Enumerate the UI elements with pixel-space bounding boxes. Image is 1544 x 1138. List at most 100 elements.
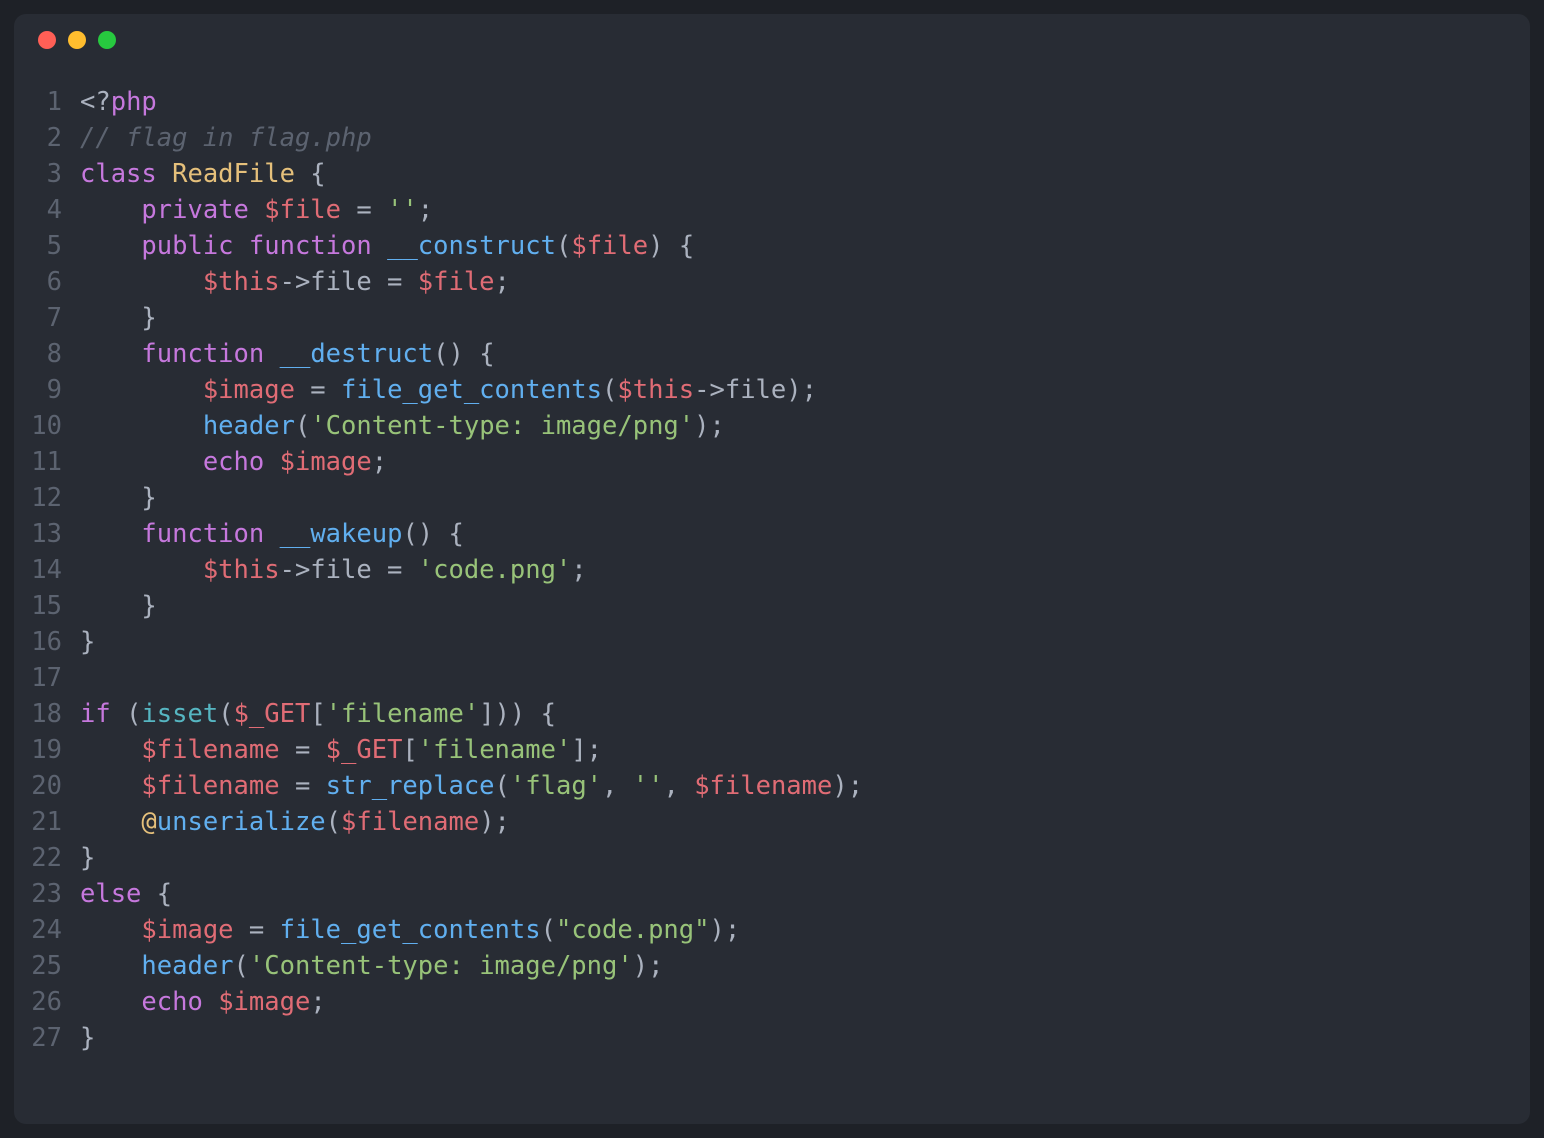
token: unserialize	[157, 807, 326, 837]
token	[264, 447, 279, 477]
code-line[interactable]: 27}	[14, 1020, 1530, 1056]
token: [	[402, 735, 417, 765]
token: ''	[387, 195, 418, 225]
code-line[interactable]: 18if (isset($_GET['filename'])) {	[14, 696, 1530, 732]
code-line[interactable]: 14 $this->file = 'code.png';	[14, 552, 1530, 588]
code-content[interactable]: }	[80, 840, 1530, 876]
token	[264, 339, 279, 369]
token	[80, 735, 141, 765]
token: "code.png"	[556, 915, 710, 945]
code-line[interactable]: 9 $image = file_get_contents($this->file…	[14, 372, 1530, 408]
line-number: 16	[14, 624, 80, 660]
editor-window: 1<?php2// flag in flag.php3class ReadFil…	[14, 14, 1530, 1124]
code-line[interactable]: 6 $this->file = $file;	[14, 264, 1530, 300]
code-line[interactable]: 5 public function __construct($file) {	[14, 228, 1530, 264]
token: else	[80, 879, 141, 909]
code-line[interactable]: 16}	[14, 624, 1530, 660]
token: ->file =	[280, 555, 418, 585]
code-line[interactable]: 2// flag in flag.php	[14, 120, 1530, 156]
code-content[interactable]: }	[80, 588, 1530, 624]
code-content[interactable]: $this->file = 'code.png';	[80, 552, 1530, 588]
token: 'flag'	[510, 771, 602, 801]
token: ])) {	[479, 699, 556, 729]
code-content[interactable]: else {	[80, 876, 1530, 912]
code-line[interactable]: 7 }	[14, 300, 1530, 336]
code-line[interactable]: 24 $image = file_get_contents("code.png"…	[14, 912, 1530, 948]
code-line[interactable]: 8 function __destruct() {	[14, 336, 1530, 372]
code-line[interactable]: 23else {	[14, 876, 1530, 912]
code-content[interactable]: $image = file_get_contents($this->file);	[80, 372, 1530, 408]
token: isset	[141, 699, 218, 729]
code-line[interactable]: 20 $filename = str_replace('flag', '', $…	[14, 768, 1530, 804]
line-number: 22	[14, 840, 80, 876]
line-number: 13	[14, 516, 80, 552]
token	[80, 771, 141, 801]
code-line[interactable]: 26 echo $image;	[14, 984, 1530, 1020]
token: );	[832, 771, 863, 801]
code-line[interactable]: 17	[14, 660, 1530, 696]
code-line[interactable]: 13 function __wakeup() {	[14, 516, 1530, 552]
token: ReadFile	[172, 159, 295, 189]
code-content[interactable]: $this->file = $file;	[80, 264, 1530, 300]
code-content[interactable]: echo $image;	[80, 444, 1530, 480]
code-line[interactable]: 12 }	[14, 480, 1530, 516]
line-number: 15	[14, 588, 80, 624]
token: __wakeup	[280, 519, 403, 549]
line-number: 4	[14, 192, 80, 228]
token: 'filename'	[418, 735, 572, 765]
token	[80, 987, 141, 1017]
code-content[interactable]: header('Content-type: image/png');	[80, 408, 1530, 444]
token: =	[234, 915, 280, 945]
close-icon[interactable]	[38, 31, 56, 49]
code-content[interactable]: $image = file_get_contents("code.png");	[80, 912, 1530, 948]
code-content[interactable]: function __wakeup() {	[80, 516, 1530, 552]
token: $image	[218, 987, 310, 1017]
token	[249, 195, 264, 225]
token	[157, 159, 172, 189]
code-content[interactable]: @unserialize($filename);	[80, 804, 1530, 840]
code-line[interactable]: 19 $filename = $_GET['filename'];	[14, 732, 1530, 768]
code-content[interactable]: }	[80, 300, 1530, 336]
token: () {	[402, 519, 463, 549]
token	[80, 807, 141, 837]
code-content[interactable]: public function __construct($file) {	[80, 228, 1530, 264]
code-content[interactable]: }	[80, 1020, 1530, 1056]
code-editor[interactable]: 1<?php2// flag in flag.php3class ReadFil…	[14, 66, 1530, 1124]
code-line[interactable]: 10 header('Content-type: image/png');	[14, 408, 1530, 444]
code-content[interactable]: // flag in flag.php	[80, 120, 1530, 156]
code-line[interactable]: 4 private $file = '';	[14, 192, 1530, 228]
code-content[interactable]: <?php	[80, 84, 1530, 120]
code-content[interactable]: echo $image;	[80, 984, 1530, 1020]
token: function	[141, 339, 264, 369]
code-content[interactable]: if (isset($_GET['filename'])) {	[80, 696, 1530, 732]
code-content[interactable]: }	[80, 624, 1530, 660]
code-line[interactable]: 11 echo $image;	[14, 444, 1530, 480]
code-line[interactable]: 25 header('Content-type: image/png');	[14, 948, 1530, 984]
line-number: 24	[14, 912, 80, 948]
code-line[interactable]: 21 @unserialize($filename);	[14, 804, 1530, 840]
token: __destruct	[280, 339, 434, 369]
code-content[interactable]: class ReadFile {	[80, 156, 1530, 192]
token: 'code.png'	[418, 555, 572, 585]
code-content[interactable]: $filename = $_GET['filename'];	[80, 732, 1530, 768]
code-line[interactable]: 22}	[14, 840, 1530, 876]
line-number: 1	[14, 84, 80, 120]
code-content[interactable]: }	[80, 480, 1530, 516]
token: $this	[203, 267, 280, 297]
code-content[interactable]: function __destruct() {	[80, 336, 1530, 372]
code-content[interactable]: $filename = str_replace('flag', '', $fil…	[80, 768, 1530, 804]
code-content[interactable]: header('Content-type: image/png');	[80, 948, 1530, 984]
line-number: 20	[14, 768, 80, 804]
code-line[interactable]: 15 }	[14, 588, 1530, 624]
token: =	[280, 771, 326, 801]
token: }	[80, 843, 95, 873]
minimize-icon[interactable]	[68, 31, 86, 49]
token	[80, 375, 203, 405]
code-content[interactable]: private $file = '';	[80, 192, 1530, 228]
token: }	[80, 591, 157, 621]
zoom-icon[interactable]	[98, 31, 116, 49]
window-titlebar	[14, 14, 1530, 66]
code-line[interactable]: 1<?php	[14, 84, 1530, 120]
code-line[interactable]: 3class ReadFile {	[14, 156, 1530, 192]
token	[80, 267, 203, 297]
